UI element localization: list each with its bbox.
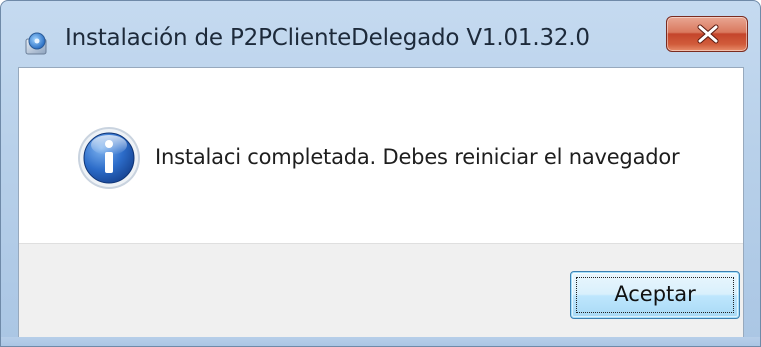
message-area: Instalaci completada. Debes reiniciar el… — [19, 68, 743, 243]
window-title: Instalación de P2PClienteDelegado V1.01.… — [65, 25, 590, 51]
button-area: Aceptar — [19, 243, 743, 338]
dialog-body: Instalaci completada. Debes reiniciar el… — [18, 67, 744, 338]
accept-button-label: Aceptar — [614, 282, 696, 306]
close-icon — [697, 24, 719, 44]
info-icon — [76, 125, 142, 191]
installer-icon — [23, 29, 51, 57]
window-frame-bottom — [1, 337, 760, 346]
dialog-window: Instalación de P2PClienteDelegado V1.01.… — [0, 0, 761, 347]
close-button[interactable] — [666, 16, 748, 52]
title-bar[interactable]: Instalación de P2PClienteDelegado V1.01.… — [1, 1, 760, 67]
dialog-message: Instalaci completada. Debes reiniciar el… — [155, 145, 680, 169]
accept-button[interactable]: Aceptar — [570, 271, 740, 319]
